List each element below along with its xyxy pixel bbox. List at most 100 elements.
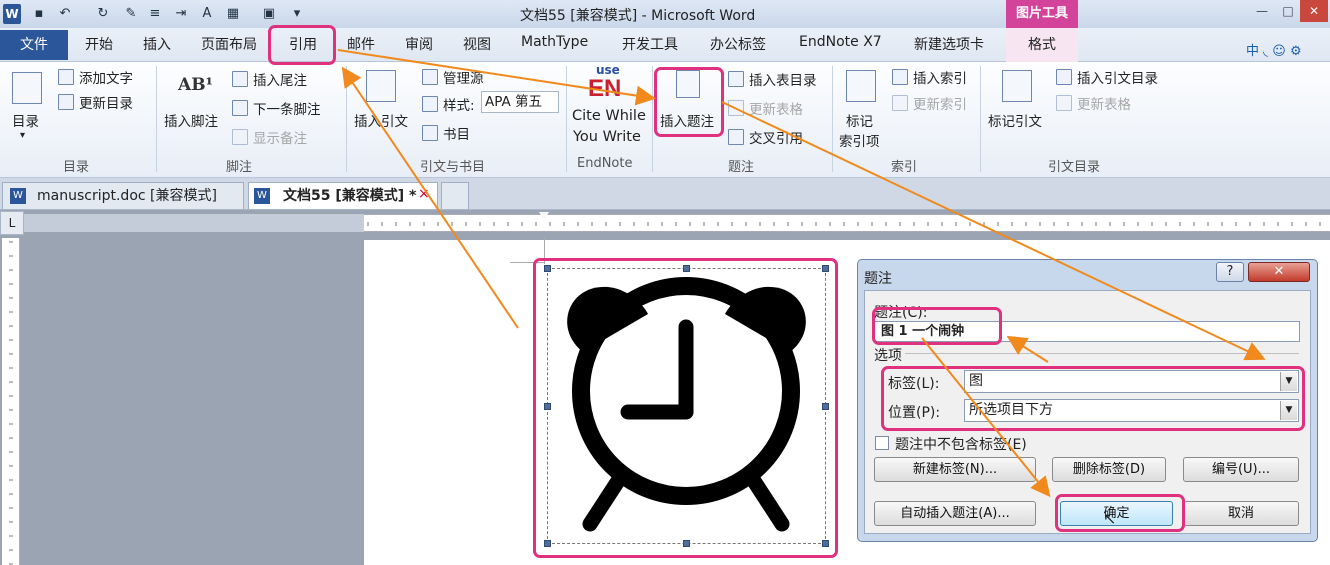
tab-file[interactable]: 文件 (0, 30, 68, 60)
endnote-logo-icon: EN (588, 75, 622, 102)
save-icon[interactable]: ▪ (30, 5, 48, 23)
group-separator (980, 66, 981, 172)
insert-endnote-icon (232, 71, 248, 87)
tab-developer[interactable]: 开发工具 (622, 34, 678, 54)
show-notes-button[interactable]: 显示备注 (253, 127, 307, 147)
picture-tools-contextual: 图片工具 (1006, 0, 1078, 28)
tab-selector[interactable]: L (0, 211, 24, 235)
insert-footnote-icon: AB¹ (178, 75, 214, 95)
new-tab-button[interactable] (441, 182, 469, 209)
new-label-button[interactable]: 新建标签(N)... (874, 457, 1036, 482)
bibliography-button[interactable]: 书目 (443, 123, 470, 143)
table-icon[interactable]: ▦ (224, 5, 242, 23)
highlight-insert-caption (654, 67, 724, 137)
tab-office-tab[interactable]: 办公标签 (710, 34, 766, 54)
show-notes-icon (232, 129, 248, 145)
exclude-label-text: 题注中不包含标签(E) (895, 437, 1027, 453)
tab-format[interactable]: 格式 (1006, 28, 1078, 62)
insert-endnote-button[interactable]: 插入尾注 (253, 69, 307, 89)
manage-sources-button[interactable]: 管理源 (443, 67, 484, 87)
delete-label-button[interactable]: 删除标签(D) (1052, 457, 1166, 482)
group-separator (566, 66, 567, 172)
tab-review[interactable]: 审阅 (405, 34, 433, 54)
cite-while-you-write-line1[interactable]: Cite While (572, 108, 646, 124)
vertical-ruler[interactable] (2, 238, 20, 565)
doc-tab-label: manuscript.doc [兼容模式] (37, 188, 217, 204)
group-separator (832, 66, 833, 172)
horizontal-ruler-margin (24, 214, 364, 232)
highlight-image (533, 258, 838, 558)
word-doc-icon: W (10, 188, 26, 204)
dialog-close-button[interactable]: ✕ (1248, 262, 1310, 282)
group-label-caption: 题注 (728, 160, 755, 175)
update-table-button[interactable]: 更新表格 (749, 98, 803, 118)
tab-new[interactable]: 新建选项卡 (914, 34, 984, 54)
tab-mailings[interactable]: 邮件 (347, 34, 375, 54)
close-button[interactable]: ✕ (1300, 0, 1328, 22)
exclude-label-checkbox[interactable] (875, 436, 889, 450)
mark-entry-button-line2[interactable]: 索引项 (839, 130, 880, 150)
word-logo-icon[interactable]: W (3, 4, 21, 24)
highlight-caption-text (872, 307, 1002, 345)
indent-icon[interactable]: ⇥ (172, 5, 190, 23)
group-label-toc: 目录 (63, 160, 90, 175)
help-button[interactable]: ? (1216, 262, 1244, 282)
tab-view[interactable]: 视图 (463, 34, 491, 54)
insert-index-icon (892, 69, 908, 85)
numbering-button[interactable]: 编号(U)... (1183, 457, 1299, 482)
highlight-ok-button (1055, 494, 1185, 532)
update-index-icon (892, 95, 908, 111)
highlight-references-tab (268, 25, 336, 65)
tab-insert[interactable]: 插入 (143, 34, 171, 54)
tab-home[interactable]: 开始 (85, 34, 113, 54)
customize-qat-icon[interactable]: ▾ (288, 5, 306, 23)
picture-icon[interactable]: ▣ (260, 5, 278, 23)
paragraph-icon[interactable]: ≡ (146, 5, 164, 23)
format-painter-icon[interactable]: ✎ (122, 5, 140, 23)
mark-citation-icon (1002, 70, 1032, 102)
undo-icon[interactable]: ↶ (56, 5, 74, 23)
ruler-ticks (9, 241, 13, 565)
group-separator (346, 66, 347, 172)
bibliography-icon (422, 125, 438, 141)
cancel-button[interactable]: 取消 (1183, 501, 1299, 526)
horizontal-ruler[interactable] (364, 214, 1330, 232)
group-label-endnote: EndNote (577, 156, 633, 171)
insert-citation-button[interactable]: 插入引文 (354, 110, 408, 130)
toc-button[interactable]: 目录 (12, 110, 39, 130)
insert-index-button[interactable]: 插入索引 (913, 67, 967, 87)
auto-caption-button[interactable]: 自动插入题注(A)... (874, 501, 1036, 526)
next-footnote-button[interactable]: 下一条脚注 (253, 98, 321, 118)
cross-reference-button[interactable]: 交叉引用 (749, 127, 803, 147)
redo-icon[interactable]: ↻ (94, 5, 112, 23)
insert-tof-button[interactable]: 插入表目录 (749, 69, 817, 89)
tab-mathtype[interactable]: MathType (521, 34, 588, 50)
font-icon[interactable]: A (198, 5, 216, 23)
window-title: 文档55 [兼容模式] - Microsoft Word (520, 8, 756, 24)
insert-footnote-button[interactable]: 插入脚注 (164, 110, 218, 130)
add-text-button[interactable]: 添加文字 (79, 67, 133, 87)
update-index-button[interactable]: 更新索引 (913, 93, 967, 113)
update-table-icon (728, 100, 744, 116)
close-tab-icon[interactable]: × (418, 186, 430, 202)
doc-tab-current[interactable]: 文档55 [兼容模式] * (248, 182, 438, 209)
minimize-button[interactable]: — (1248, 0, 1276, 22)
update-toc-button[interactable]: 更新目录 (79, 92, 133, 112)
tab-endnote[interactable]: EndNote X7 (799, 34, 882, 50)
manage-sources-icon (422, 69, 438, 85)
ime-toolbar[interactable]: 中 ◟ ☺ ⚙ (1246, 40, 1302, 59)
style-label: 样式: (443, 98, 475, 114)
toc-dropdown-icon[interactable]: ▾ (20, 130, 25, 141)
style-select[interactable]: APA 第五 (481, 91, 559, 113)
mark-entry-button[interactable]: 标记 (846, 110, 873, 130)
mark-citation-button[interactable]: 标记引文 (988, 110, 1042, 130)
toc-icon (12, 72, 42, 104)
update-toa-button[interactable]: 更新表格 (1077, 93, 1131, 113)
tab-page-layout[interactable]: 页面布局 (201, 34, 257, 54)
insert-toa-icon (1056, 69, 1072, 85)
insert-toa-button[interactable]: 插入引文目录 (1077, 67, 1158, 87)
first-line-indent-marker[interactable] (539, 212, 549, 222)
doc-tab-manuscript[interactable]: manuscript.doc [兼容模式] (2, 182, 244, 209)
maximize-button[interactable]: □ (1274, 0, 1302, 22)
cite-while-you-write-line2[interactable]: You Write (573, 129, 641, 145)
